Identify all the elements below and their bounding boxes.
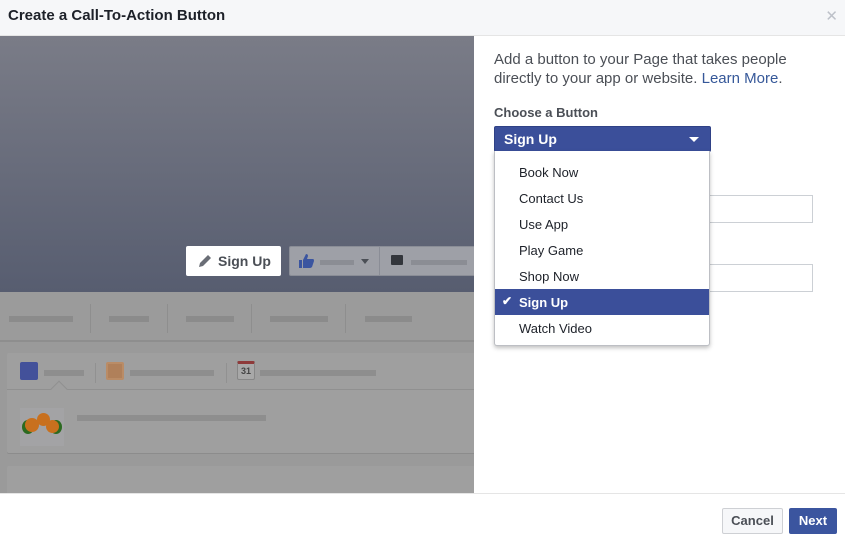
placeholder-bar [186, 316, 234, 322]
dialog-footer: Cancel Next [0, 493, 845, 542]
menu-item-watch-video[interactable]: Watch Video [495, 315, 709, 341]
intro-period: . [778, 70, 783, 87]
dialog-title: Create a Call-To-Action Button [8, 7, 226, 24]
divider [226, 363, 227, 383]
menu-item-label: Play Game [519, 243, 584, 258]
menu-item-label: Book Now [519, 165, 579, 180]
calendar-icon: 31 [237, 361, 255, 380]
photo-icon [106, 362, 124, 380]
selected-value: Sign Up [504, 131, 557, 147]
placeholder-bar [365, 316, 412, 322]
composer-tabs: 31 [7, 353, 474, 390]
composer-placeholder: 31 [7, 353, 474, 453]
menu-item-label: Use App [519, 217, 569, 232]
cta-dialog: Create a Call-To-Action Button ✕ Sign Up [0, 0, 845, 542]
intro-text: Add a button to your Page that takes peo… [494, 50, 824, 88]
fruit [46, 420, 59, 433]
caret-down-icon [689, 137, 699, 142]
page-actions-placeholder [289, 246, 474, 276]
menu-item-label: Shop Now [519, 269, 579, 284]
menu-item-book-now[interactable]: Book Now [495, 159, 709, 185]
divider [379, 247, 380, 275]
divider [167, 304, 168, 333]
button-type-menu: Book Now Contact Us Use App Play Game Shop N… [494, 151, 710, 346]
next-button[interactable]: Next [789, 508, 837, 534]
menu-item-contact-us[interactable]: Contact Us [495, 185, 709, 211]
divider [251, 304, 252, 333]
placeholder-bar [270, 316, 328, 322]
placeholder-bar [411, 260, 467, 265]
menu-item-play-game[interactable]: Play Game [495, 237, 709, 263]
divider [345, 304, 346, 333]
divider [90, 304, 91, 333]
button-type-select[interactable]: Sign Up [494, 126, 711, 152]
cta-preview-button: Sign Up [186, 246, 281, 276]
cta-preview-label: Sign Up [218, 253, 271, 269]
divider [95, 363, 96, 383]
pencil-icon [199, 255, 211, 267]
menu-item-shop-now[interactable]: Shop Now [495, 263, 709, 289]
menu-item-label: Watch Video [519, 321, 592, 336]
placeholder-bar [44, 370, 84, 376]
placeholder-bar [130, 370, 214, 376]
placeholder-bar [260, 370, 376, 376]
caret-down-icon [361, 259, 369, 264]
placeholder-bar [9, 316, 73, 322]
close-icon[interactable]: ✕ [825, 8, 838, 26]
check-icon: ✔ [502, 294, 513, 308]
placeholder-bar [320, 260, 354, 265]
choose-button-label: Choose a Button [494, 105, 598, 120]
status-icon [20, 362, 38, 380]
cancel-button[interactable]: Cancel [722, 508, 783, 534]
menu-item-sign-up[interactable]: ✔ Sign Up [495, 289, 709, 315]
placeholder-bar [109, 316, 149, 322]
menu-item-use-app[interactable]: Use App [495, 211, 709, 237]
learn-more-link[interactable]: Learn More [702, 70, 779, 87]
menu-item-label: Contact Us [519, 191, 584, 206]
placeholder-bar [77, 415, 266, 421]
profile-thumbnail [20, 408, 64, 446]
dialog-header: Create a Call-To-Action Button ✕ [0, 0, 845, 36]
card-placeholder [7, 466, 474, 493]
message-icon [391, 255, 403, 265]
page-tabs-placeholder [0, 292, 474, 342]
menu-item-label: Sign Up [519, 295, 569, 310]
page-preview: Sign Up 31 [0, 36, 474, 493]
like-icon [299, 254, 314, 268]
